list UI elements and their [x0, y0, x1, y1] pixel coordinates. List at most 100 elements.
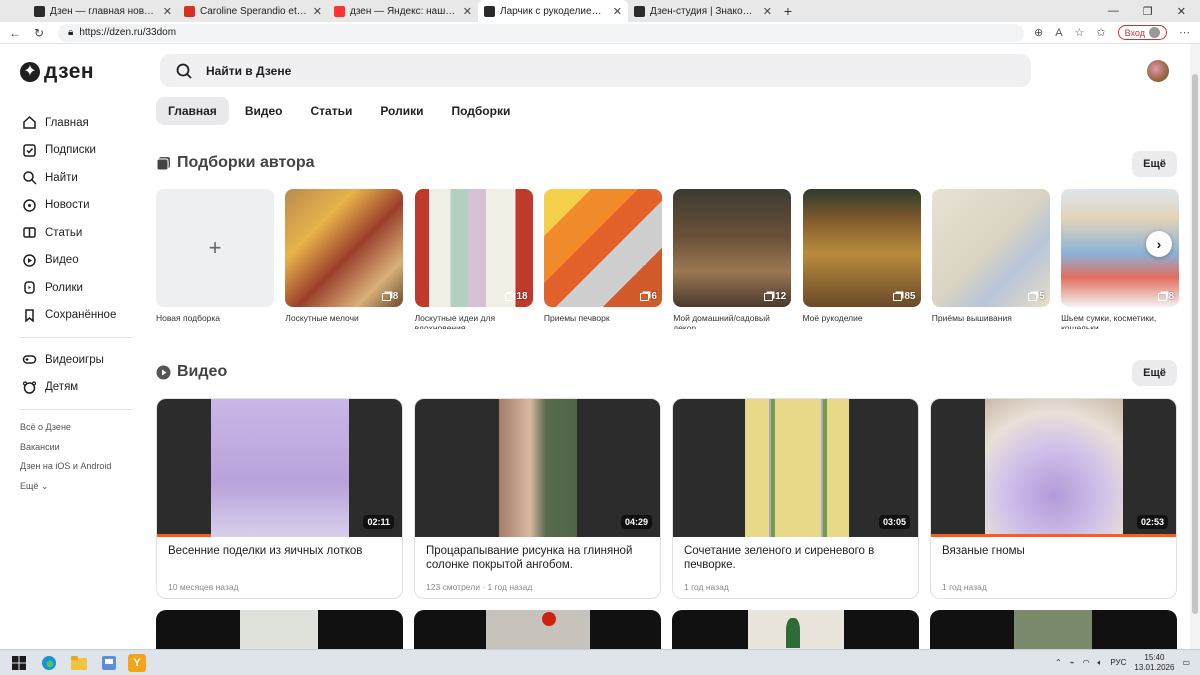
collection-thumbnail: 8 — [285, 189, 404, 307]
sidebar-item-label: Новости — [45, 199, 90, 212]
tab-close-icon[interactable]: ✕ — [763, 5, 772, 18]
sidebar-item[interactable]: Главная — [0, 109, 140, 137]
collection-count: 8 — [1157, 291, 1174, 302]
browser-tab[interactable]: Дзен-студия | Знакомство | Дзен ✕ — [628, 0, 778, 22]
minimize-icon[interactable]: — — [1108, 5, 1119, 17]
sidebar-item-label: Сохранённое — [45, 309, 117, 322]
collection-count: 12 — [764, 291, 786, 302]
content-tab[interactable]: Видео — [233, 97, 295, 125]
tab-close-icon[interactable]: ✕ — [463, 5, 472, 18]
collection-card[interactable]: 5 Приёмы вышивания — [931, 189, 1050, 323]
control-panel-icon[interactable] — [98, 654, 120, 672]
tab-close-icon[interactable]: ✕ — [313, 5, 322, 18]
yandex-browser-icon[interactable]: Y — [128, 653, 146, 672]
shorts-icon — [24, 281, 35, 294]
notifications-icon[interactable]: ▭ — [1182, 658, 1190, 667]
back-icon[interactable]: ← — [6, 26, 24, 40]
user-avatar[interactable] — [1147, 60, 1169, 82]
edge-browser-icon[interactable] — [38, 654, 60, 672]
collection-thumbnail: 85 — [802, 189, 921, 307]
sidebar-footer-link[interactable]: Всё о Дзене — [0, 418, 140, 438]
carousel-next-button[interactable]: › — [1146, 231, 1172, 257]
page-scrollbar[interactable] — [1190, 44, 1200, 649]
url-field[interactable]: 🔒︎ https://dzen.ru/33dom — [58, 23, 1024, 42]
chevron-right-icon: › — [1156, 236, 1162, 252]
sidebar-item[interactable]: Сохранённое — [0, 302, 140, 330]
collection-thumbnail: 5 — [931, 189, 1050, 307]
new-tab-button[interactable]: + — [778, 0, 798, 22]
network-icon[interactable]: ⌁ — [1070, 658, 1075, 667]
sidebar-item[interactable]: Видеоигры — [0, 346, 140, 374]
scrollbar-thumb[interactable] — [1192, 74, 1198, 614]
content-tab[interactable]: Подборки — [439, 97, 522, 125]
tab-close-icon[interactable]: ✕ — [613, 5, 622, 18]
collection-card[interactable]: 6 Приемы печворк — [543, 189, 662, 323]
content-tab[interactable]: Статьи — [298, 97, 364, 125]
address-bar-row: ← ↻ 🔒︎ https://dzen.ru/33dom ⊕ A ☆ ✩ Вхо… — [0, 22, 1200, 44]
video-card[interactable]: 04:29 Процарапывание рисунка на глиняной … — [414, 398, 661, 599]
video-card[interactable]: 02:11 Весенние поделки из яичных лотков 10… — [156, 398, 403, 599]
sidebar-item-label: Подписки — [45, 144, 96, 157]
volume-icon[interactable]: 🔈︎ — [1098, 658, 1103, 668]
browser-tab[interactable]: Дзен — главная новостная инф ✕ — [28, 0, 178, 22]
collection-card[interactable]: 8 Шьем сумки, косметики, кошельки. — [1061, 189, 1180, 329]
sidebar-item[interactable]: Детям — [0, 374, 140, 402]
favorite-star-icon[interactable]: ☆ — [1075, 26, 1085, 39]
sidebar-footer-link[interactable]: Вакансии — [0, 438, 140, 458]
sidebar-item[interactable]: Новости — [0, 192, 140, 220]
menu-dots-icon[interactable]: ⋯ — [1179, 26, 1190, 39]
browser-tab[interactable]: дзен — Яндекс: нашлось 5 тыс. ✕ — [328, 0, 478, 22]
video-card-partial[interactable] — [156, 610, 403, 649]
collection-card[interactable]: 18 Лоскутные идеи для вдохновения — [414, 189, 533, 329]
tab-title: дзен — Яндекс: нашлось 5 тыс. — [350, 5, 458, 17]
sidebar-item[interactable]: Найти — [0, 164, 140, 192]
restore-icon[interactable]: ❐ — [1143, 5, 1153, 18]
wifi-icon[interactable]: ◠ — [1083, 658, 1090, 667]
file-explorer-icon[interactable] — [68, 654, 90, 672]
content-tab[interactable]: Ролики — [368, 97, 435, 125]
sidebar-footer-link[interactable]: Дзен на iOS и Android — [0, 457, 140, 477]
video-card[interactable]: 03:05 Сочетание зеленого и сиреневого в п… — [672, 398, 919, 599]
close-window-icon[interactable]: ✕ — [1177, 5, 1186, 18]
tab-close-icon[interactable]: ✕ — [163, 5, 172, 18]
sidebar-item[interactable]: Ролики — [0, 274, 140, 302]
browser-tab[interactable]: Caroline Sperandio et al - Édito A ✕ — [178, 0, 328, 22]
video-card-partial[interactable] — [414, 610, 661, 649]
login-button[interactable]: Вход — [1117, 25, 1167, 40]
collection-card[interactable]: 8 Лоскутные мелочи — [285, 189, 404, 323]
dzen-logo[interactable]: ✦ дзен — [20, 60, 94, 84]
collections-more-button[interactable]: Ещё — [1132, 151, 1177, 177]
plus-icon: + — [208, 235, 222, 260]
search-input[interactable]: Найти в Дзене — [160, 54, 1031, 87]
tab-favicon-icon — [34, 5, 45, 17]
sidebar-item[interactable]: Подписки — [0, 137, 140, 165]
new-collection-card[interactable]: + Новая подборка — [156, 189, 274, 323]
video-grid-row-2 — [156, 610, 1177, 649]
chevron-up-icon[interactable]: ⌃ — [1055, 658, 1062, 667]
video-thumbnail: 02:11 — [157, 399, 402, 537]
sidebar-footer-link[interactable]: Ещё ⌄ — [0, 477, 140, 497]
video-card-partial[interactable] — [672, 610, 919, 649]
collection-card[interactable]: 85 Моё рукоделие — [802, 189, 921, 323]
videos-more-button[interactable]: Ещё — [1132, 360, 1177, 386]
sidebar-item[interactable]: Статьи — [0, 219, 140, 247]
favorites-icon[interactable]: ✩ — [1096, 26, 1105, 39]
zoom-icon[interactable]: ⊕ — [1034, 26, 1043, 39]
collection-caption: Мой домашний/садовый декор — [673, 313, 770, 329]
read-aloud-icon[interactable]: A — [1055, 27, 1062, 39]
collection-card[interactable]: 12 Мой домашний/садовый декор — [673, 189, 792, 329]
video-duration: 03:05 — [878, 515, 910, 529]
tab-title: Caroline Sperandio et al - Édito A — [200, 5, 308, 17]
content-tab[interactable]: Главная — [156, 97, 229, 125]
language-indicator[interactable]: РУС — [1110, 658, 1126, 667]
clock[interactable]: 15:40 13.01.2026 — [1134, 653, 1174, 673]
collection-count: 5 — [1028, 291, 1045, 302]
chevron-down-icon: ⌄ — [40, 480, 49, 491]
reload-icon[interactable]: ↻ — [30, 26, 48, 40]
video-card[interactable]: 02:53 Вязаные гномы 1 год назад — [930, 398, 1177, 599]
start-icon[interactable] — [8, 654, 30, 672]
collection-count: 8 — [381, 291, 398, 302]
browser-tab[interactable]: Ларчик с рукоделием | Дзен ✕ — [478, 0, 628, 22]
sidebar-item[interactable]: Видео — [0, 247, 140, 275]
video-card-partial[interactable] — [930, 610, 1177, 649]
